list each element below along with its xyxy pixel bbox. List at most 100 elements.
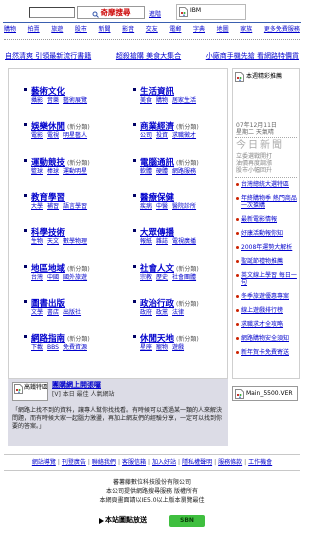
sidebar-link[interactable]: 英文線上學習 每日一句 — [241, 272, 298, 286]
category-sublink[interactable]: 語言學習 — [63, 203, 87, 210]
side-ad-banner[interactable]: Main_5500.VER — [232, 386, 298, 401]
promo-link[interactable]: 超殺搶購 美食大集合 — [116, 52, 181, 61]
category-sublink[interactable]: 運動明星 — [63, 168, 87, 175]
category-title[interactable]: 地區地域 — [31, 264, 65, 274]
sidebar-link[interactable]: 網路購物安全須知 — [241, 335, 289, 342]
sidebar-link[interactable]: 新年賀卡免費寄送 — [241, 349, 289, 356]
category-sublink[interactable]: BBS — [47, 344, 59, 351]
category-sublink[interactable]: 攝影 — [31, 97, 43, 104]
category-title[interactable]: 教育學習 — [31, 193, 65, 203]
footer-link[interactable]: 刊登廣告 — [62, 459, 86, 466]
category-sublink[interactable]: 購物 — [156, 97, 168, 104]
category-sublink[interactable]: 中醫 — [156, 203, 168, 210]
nav-link[interactable]: 電郵 — [169, 26, 181, 34]
promo-link[interactable]: 小廠商手機先搶 看網路特價貨 — [206, 52, 299, 61]
news-headline[interactable]: 立委選戰開打 — [236, 153, 298, 160]
nav-link[interactable]: 家族 — [240, 26, 252, 34]
category-title[interactable]: 娛樂休閒 — [31, 122, 65, 132]
sidebar-link[interactable]: 線上遊戲排行榜 — [241, 307, 283, 314]
nav-link[interactable]: 新聞 — [99, 26, 111, 34]
nav-link[interactable]: 交友 — [146, 26, 158, 34]
nav-link[interactable]: 更多免費服務 — [264, 26, 300, 34]
category-sublink[interactable]: 美食 — [140, 97, 152, 104]
category-sublink[interactable]: 醫院診所 — [172, 203, 196, 210]
footer-link[interactable]: 服務條款 — [218, 459, 242, 466]
category-sublink[interactable]: 下載 — [31, 344, 43, 351]
category-sublink[interactable]: 法律 — [172, 309, 184, 316]
category-sublink[interactable]: 數學物理 — [63, 238, 87, 245]
category-sublink[interactable]: 電視廣播 — [172, 238, 196, 245]
news-headline[interactable]: 油價再度調漲 — [236, 160, 298, 167]
category-title[interactable]: 藝術文化 — [31, 87, 65, 97]
nav-link[interactable]: 字典 — [193, 26, 205, 34]
category-sublink[interactable]: 中國 — [47, 274, 59, 281]
category-sublink[interactable]: 居家生活 — [172, 97, 196, 104]
category-sublink[interactable]: 台灣 — [31, 274, 43, 281]
category-sublink[interactable]: 報紙 — [140, 238, 152, 245]
category-title[interactable]: 網路指南 — [31, 334, 65, 344]
category-sublink[interactable]: 電視 — [47, 132, 59, 139]
sidebar-link[interactable]: 冬季旅遊優惠專案 — [241, 293, 289, 300]
nav-link[interactable]: 影音 — [122, 26, 134, 34]
promo-link[interactable]: 自然清爽 引領最新流行書籍 — [5, 52, 91, 61]
nav-link[interactable]: 地圖 — [217, 26, 229, 34]
category-title[interactable]: 運動競技 — [31, 158, 65, 168]
category-sublink[interactable]: 寵物 — [156, 344, 168, 351]
category-sublink[interactable]: 歷史 — [156, 274, 168, 281]
footer-link[interactable]: 工作機會 — [248, 459, 272, 466]
category-sublink[interactable]: 政府 — [140, 309, 152, 316]
category-sublink[interactable]: 國外旅遊 — [63, 274, 87, 281]
category-title[interactable]: 休閒天地 — [140, 334, 174, 344]
category-title[interactable]: 商業經濟 — [140, 122, 174, 132]
category-sublink[interactable]: 星座 — [140, 344, 152, 351]
category-sublink[interactable]: 出版社 — [63, 309, 81, 316]
category-sublink[interactable]: 投資 — [156, 132, 168, 139]
category-sublink[interactable]: 宗教 — [140, 274, 152, 281]
category-sublink[interactable]: 求職徵才 — [172, 132, 196, 139]
highlight-title[interactable]: 團購網上開張囉 — [52, 381, 101, 390]
category-title[interactable]: 生活資訊 — [140, 87, 174, 97]
category-sublink[interactable]: 書店 — [47, 309, 59, 316]
category-sublink[interactable]: 明星藝人 — [63, 132, 87, 139]
category-title[interactable]: 社會人文 — [140, 264, 174, 274]
sidebar-link[interactable]: 聖誕節禮物推薦 — [241, 258, 283, 265]
category-sublink[interactable]: 免費資源 — [63, 344, 87, 351]
nav-link[interactable]: 購物 — [4, 26, 16, 34]
search-button[interactable]: 奇摩搜尋 — [77, 6, 145, 19]
search-input[interactable] — [29, 7, 75, 18]
category-sublink[interactable]: 電影 — [31, 132, 43, 139]
sidebar-link[interactable]: 2008年運勢大解析 — [241, 244, 292, 251]
image-broadcast-badge[interactable]: SBN — [169, 514, 205, 527]
nav-link[interactable]: 旅遊 — [51, 26, 63, 34]
image-broadcast-link[interactable]: 本站圖點放送 — [99, 516, 147, 525]
footer-link[interactable]: 加入好站 — [152, 459, 176, 466]
category-title[interactable]: 政治行政 — [140, 299, 174, 309]
sidebar-link[interactable]: 求職求才全攻略 — [241, 321, 283, 328]
category-title[interactable]: 科學技術 — [31, 228, 65, 238]
advanced-search-link[interactable]: 進階 — [149, 11, 161, 18]
category-sublink[interactable]: 硬體 — [156, 168, 168, 175]
footer-link[interactable]: 網站導覽 — [32, 459, 56, 466]
category-sublink[interactable]: 軟體 — [140, 168, 152, 175]
category-sublink[interactable]: 政黨 — [156, 309, 168, 316]
category-sublink[interactable]: 大學 — [31, 203, 43, 210]
footer-link[interactable]: 聯絡我們 — [92, 459, 116, 466]
category-sublink[interactable]: 文學 — [31, 309, 43, 316]
category-sublink[interactable]: 補習 — [47, 203, 59, 210]
category-title[interactable]: 圖書出版 — [31, 299, 65, 309]
category-sublink[interactable]: 社會團體 — [172, 274, 196, 281]
category-sublink[interactable]: 疾病 — [140, 203, 152, 210]
footer-link[interactable]: 隱私權聲明 — [182, 459, 212, 466]
category-title[interactable]: 醫療保健 — [140, 193, 174, 203]
sidebar-link[interactable]: 好康活動報你知 — [241, 230, 283, 237]
category-sublink[interactable]: 音樂 — [47, 97, 59, 104]
feature-image[interactable]: 本週精彩推薦 — [235, 72, 297, 120]
category-sublink[interactable]: 籃球 — [31, 168, 43, 175]
category-sublink[interactable]: 藝術展覽 — [63, 97, 87, 104]
nav-link[interactable]: 股市 — [75, 26, 87, 34]
category-sublink[interactable]: 天文 — [47, 238, 59, 245]
category-sublink[interactable]: 遊戲 — [172, 344, 184, 351]
news-headline[interactable]: 股市小幅回升 — [236, 167, 298, 174]
sidebar-link[interactable]: 最新電影情報 — [241, 216, 277, 223]
category-sublink[interactable]: 棒球 — [47, 168, 59, 175]
